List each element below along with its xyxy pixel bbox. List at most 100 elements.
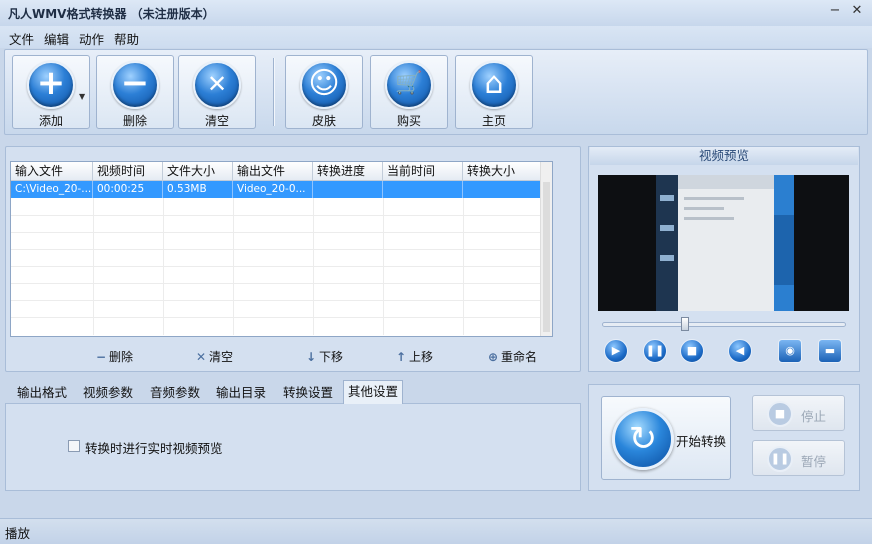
toolbar-separator xyxy=(273,58,275,126)
stop-icon: ■ xyxy=(686,344,698,357)
tab-convert-settings[interactable]: 转换设置 xyxy=(279,382,337,404)
grid-line xyxy=(11,215,541,216)
skin-button-label: 皮肤 xyxy=(311,114,336,128)
seek-handle[interactable] xyxy=(681,317,689,331)
snapshot-icon: ◉ xyxy=(785,344,795,357)
grid-line xyxy=(383,198,384,335)
open-folder-button[interactable]: ▬ xyxy=(818,339,842,363)
volume-button[interactable]: ◀ xyxy=(728,339,752,363)
cell-current-time xyxy=(383,181,463,198)
clear-button[interactable]: ✕ 清空 xyxy=(178,55,256,129)
move-down-button[interactable]: ↓ 下移 xyxy=(303,348,343,365)
x-icon: ✕ xyxy=(195,350,207,364)
play-button[interactable]: ▶ xyxy=(604,339,628,363)
menu-bar: 文件 编辑 动作 帮助 xyxy=(0,26,872,48)
scrollbar-thumb[interactable] xyxy=(543,182,550,332)
grid-line xyxy=(11,317,541,318)
tab-output-format[interactable]: 输出格式 xyxy=(13,382,71,404)
menu-file[interactable]: 文件 xyxy=(9,29,34,48)
grid-line xyxy=(163,198,164,335)
buy-button[interactable]: 🛒 购买 xyxy=(370,55,448,129)
chevron-down-icon[interactable]: ▼ xyxy=(79,92,85,101)
tab-output-dir[interactable]: 输出目录 xyxy=(212,382,270,404)
plus-icon: + xyxy=(27,61,75,109)
table-row[interactable]: C:\Video_20-... 00:00:25 0.53MB Video_20… xyxy=(11,181,541,198)
start-convert-label: 开始转换 xyxy=(676,434,727,449)
cart-icon: 🛒 xyxy=(385,61,433,109)
move-up-label: 上移 xyxy=(409,350,434,364)
start-convert-button[interactable]: ↻ 开始转换 xyxy=(601,396,731,480)
column-header-video-time[interactable]: 视频时间 xyxy=(93,162,163,181)
snapshot-button[interactable]: ◉ xyxy=(778,339,802,363)
stop-button[interactable]: ■ xyxy=(680,339,704,363)
buy-button-label: 购买 xyxy=(396,114,421,128)
play-icon: ▶ xyxy=(611,344,621,357)
grid-line xyxy=(233,198,234,335)
list-clear-label: 清空 xyxy=(209,350,234,364)
grid-line xyxy=(11,283,541,284)
home-button-label: 主页 xyxy=(481,114,506,128)
window-title: 凡人WMV格式转换器 （未注册版本） xyxy=(8,7,215,21)
rename-icon: ⊕ xyxy=(487,350,499,364)
list-delete-label: 删除 xyxy=(109,350,134,364)
pause-convert-button[interactable]: ❚❚ 暂停 xyxy=(752,440,845,476)
toolbar: + ▼ 添加 − 删除 ✕ 清空 ☺ 皮肤 🛒 购买 ⌂ 主页 xyxy=(4,49,868,135)
home-icon: ⌂ xyxy=(470,61,518,109)
grid-line xyxy=(11,232,541,233)
skin-button[interactable]: ☺ 皮肤 xyxy=(285,55,363,129)
refresh-arrow-icon: ↻ xyxy=(612,408,674,470)
status-text: 播放 xyxy=(5,526,31,541)
column-header-converted-size[interactable]: 转换大小 xyxy=(463,162,541,181)
column-header-progress[interactable]: 转换进度 xyxy=(313,162,383,181)
grid-line xyxy=(11,300,541,301)
menu-action[interactable]: 动作 xyxy=(79,29,104,48)
column-header-current-time[interactable]: 当前时间 xyxy=(383,162,463,181)
column-header-input-file[interactable]: 输入文件 xyxy=(11,162,93,181)
grid-line xyxy=(93,198,94,335)
menu-help[interactable]: 帮助 xyxy=(114,29,139,48)
vertical-scrollbar[interactable] xyxy=(540,162,552,336)
column-header-file-size[interactable]: 文件大小 xyxy=(163,162,233,181)
arrow-up-icon: ↑ xyxy=(395,350,407,364)
seek-bar[interactable] xyxy=(602,322,846,327)
tab-other-settings[interactable]: 其他设置 xyxy=(343,380,404,404)
add-button[interactable]: + ▼ 添加 xyxy=(12,55,90,129)
tab-audio-params[interactable]: 音频参数 xyxy=(146,382,204,404)
video-preview[interactable] xyxy=(598,175,849,311)
list-delete-button[interactable]: − 删除 xyxy=(93,348,133,365)
clear-button-label: 清空 xyxy=(204,114,229,128)
grid-line xyxy=(313,198,314,335)
list-clear-button[interactable]: ✕ 清空 xyxy=(193,348,233,365)
pause-convert-label: 暂停 xyxy=(801,454,827,469)
preview-title: 视频预览 xyxy=(590,147,858,165)
realtime-preview-checkbox[interactable] xyxy=(68,440,80,452)
pause-button[interactable]: ❚❚ xyxy=(643,339,667,363)
status-bar xyxy=(0,518,872,544)
smiley-icon: ☺ xyxy=(300,61,348,109)
menu-edit[interactable]: 编辑 xyxy=(44,29,69,48)
minus-icon: − xyxy=(111,61,159,109)
grid-line xyxy=(11,249,541,250)
cell-output-file: Video_20-0... xyxy=(233,181,313,198)
move-down-label: 下移 xyxy=(319,350,344,364)
file-table[interactable]: 输入文件 视频时间 文件大小 输出文件 转换进度 当前时间 转换大小 C:\Vi… xyxy=(10,161,553,337)
move-up-button[interactable]: ↑ 上移 xyxy=(393,348,433,365)
tab-video-params[interactable]: 视频参数 xyxy=(79,382,137,404)
arrow-down-icon: ↓ xyxy=(305,350,317,364)
realtime-preview-label[interactable]: 转换时进行实时视频预览 xyxy=(85,438,223,457)
close-button[interactable]: ✕ xyxy=(848,2,866,20)
add-button-label: 添加 xyxy=(38,114,63,128)
home-button[interactable]: ⌂ 主页 xyxy=(455,55,533,129)
minus-icon: − xyxy=(95,350,107,364)
delete-button[interactable]: − 删除 xyxy=(96,55,174,129)
minimize-button[interactable]: − xyxy=(826,2,844,20)
stop-icon: ■ xyxy=(767,401,793,427)
cell-converted-size xyxy=(463,181,541,198)
title-bar: 凡人WMV格式转换器 （未注册版本） − ✕ xyxy=(0,0,872,26)
column-header-output-file[interactable]: 输出文件 xyxy=(233,162,313,181)
cell-file-size: 0.53MB xyxy=(163,181,233,198)
pause-icon: ❚❚ xyxy=(645,344,665,357)
stop-convert-button[interactable]: ■ 停止 xyxy=(752,395,845,431)
grid-line xyxy=(463,198,464,335)
rename-button[interactable]: ⊕ 重命名 xyxy=(485,348,537,365)
